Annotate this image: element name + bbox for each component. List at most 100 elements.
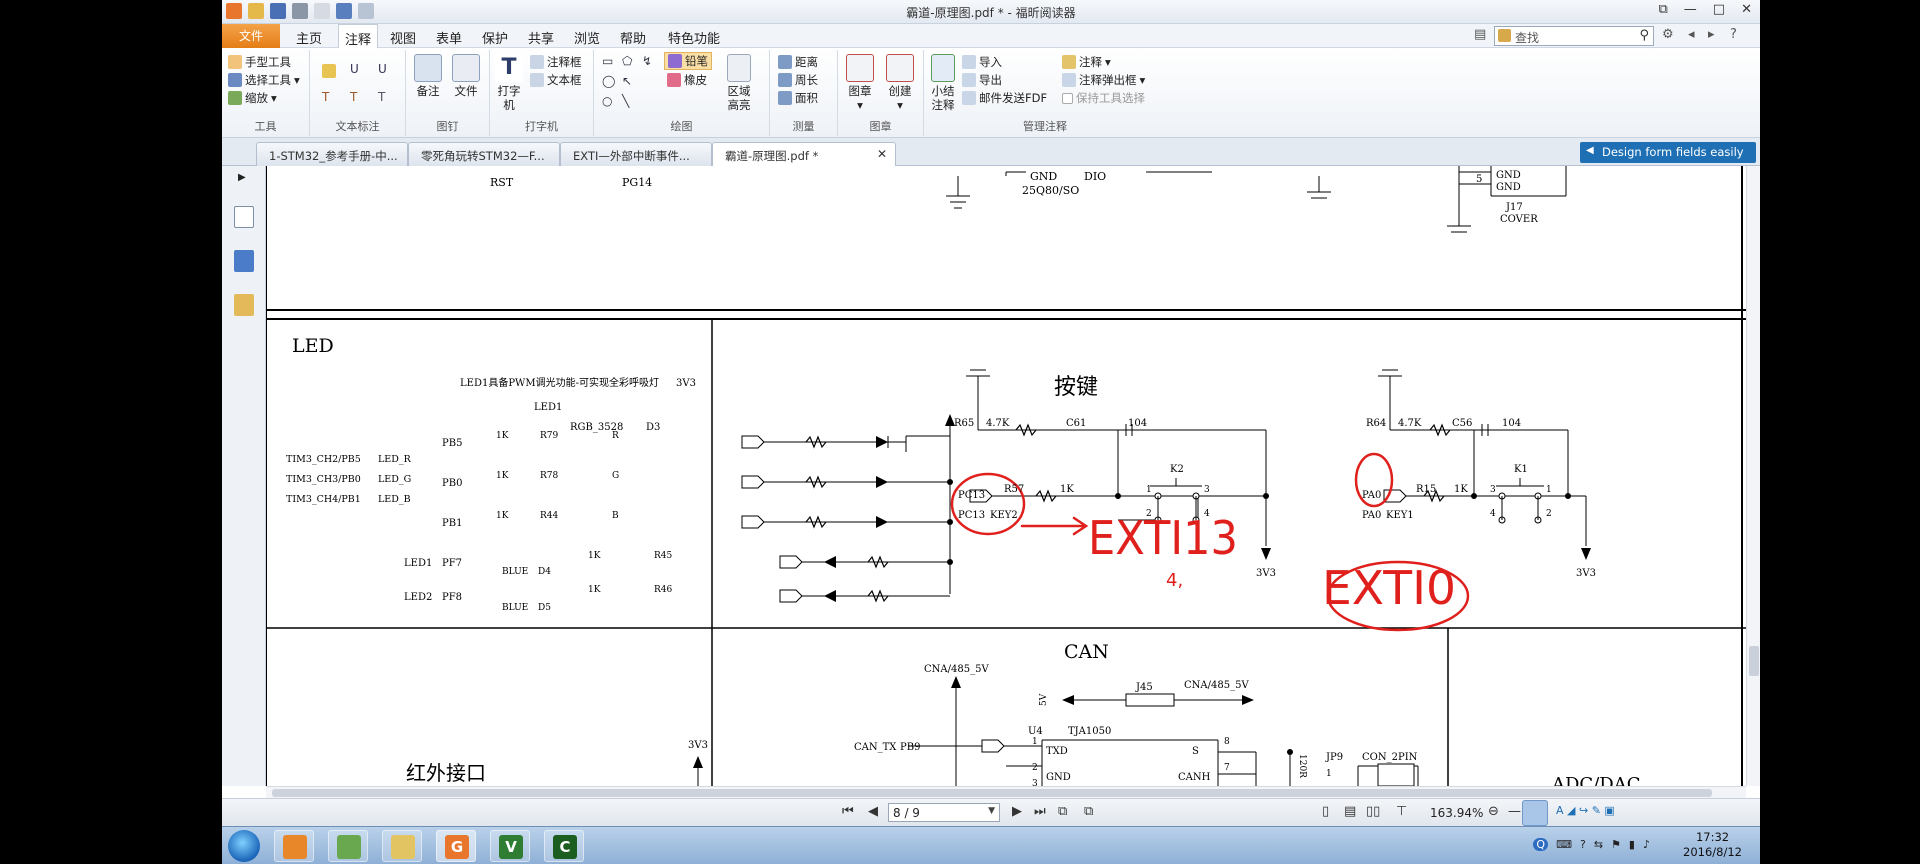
layers-panel-icon[interactable] — [234, 250, 254, 272]
vertical-scrollbar[interactable] — [1746, 166, 1760, 786]
search-icon[interactable]: ⚲ — [1639, 28, 1649, 43]
polygon-icon[interactable]: ⬠ — [622, 54, 632, 68]
tab-special[interactable]: 特色功能 — [668, 28, 720, 47]
language-icon[interactable]: ⇆ — [1594, 838, 1603, 851]
file-attach-button[interactable]: 文件 — [448, 54, 484, 98]
last-page-icon[interactable]: ⏭ — [1034, 804, 1046, 819]
doc-tab-stm32-manual[interactable]: 1-STM32_参考手册-中... — [256, 142, 408, 166]
cloud-icon[interactable]: ↯ — [642, 54, 652, 68]
prev-page-icon[interactable]: ◀ — [868, 804, 878, 819]
perimeter-button[interactable]: 周长 — [778, 72, 818, 88]
start-button-icon[interactable] — [228, 830, 260, 862]
restore-icon[interactable]: ⧉ — [1659, 2, 1668, 17]
tab-form[interactable]: 表单 — [436, 28, 462, 47]
comments-panel-icon[interactable] — [234, 294, 254, 316]
tab-protect[interactable]: 保护 — [482, 28, 508, 47]
textbox-button[interactable]: 文本框 — [530, 72, 582, 88]
keyboard-icon[interactable]: ⌨ — [1556, 838, 1572, 851]
doc-tab-stm32-book[interactable]: 零死角玩转STM32—F... — [408, 142, 560, 166]
insert-text-icon[interactable]: T — [378, 90, 385, 104]
highlight-icon[interactable] — [322, 64, 336, 78]
zoom-tool-button[interactable]: 缩放 ▾ — [228, 90, 277, 106]
forward-icon[interactable]: ▸ — [1708, 27, 1715, 42]
help-icon[interactable]: ? — [1730, 27, 1737, 42]
next-page-icon[interactable]: ▶ — [1012, 804, 1022, 819]
import-button[interactable]: 导入 — [962, 54, 1002, 70]
volume-icon[interactable]: ♪ — [1643, 838, 1650, 851]
eraser-button[interactable]: 橡皮 — [667, 72, 707, 88]
next-view-icon[interactable]: ⧉ — [1084, 804, 1093, 819]
zoom-level[interactable]: 163.94% — [1430, 806, 1483, 820]
arrow-icon[interactable]: ↖ — [622, 74, 632, 88]
vertical-scroll-thumb[interactable] — [1749, 646, 1759, 676]
tab-browse[interactable]: 浏览 — [574, 28, 600, 47]
avatar-icon[interactable] — [1522, 800, 1548, 826]
rectangle-icon[interactable]: ▭ — [602, 54, 613, 68]
tab-home[interactable]: 主页 — [296, 28, 322, 47]
close-icon[interactable]: ✕ — [1741, 2, 1752, 17]
line-icon[interactable]: ╲ — [622, 94, 629, 108]
text-tool-icon[interactable]: A ◢ ↪ ✎ ▣ — [1556, 804, 1615, 817]
email-fdf-button[interactable]: 邮件发送FDF — [962, 90, 1047, 106]
tab-view[interactable]: 视图 — [390, 28, 416, 47]
note-button[interactable]: 备注 — [410, 54, 446, 98]
stamp-button[interactable]: 图章 ▾ — [842, 54, 878, 112]
single-page-icon[interactable]: ▯ — [1322, 804, 1329, 819]
bookmark-search-icon[interactable]: ▤ — [1474, 27, 1486, 42]
network-icon[interactable]: ▮ — [1629, 838, 1635, 851]
pencil-button[interactable]: 铅笔 — [664, 52, 712, 70]
minimize-icon[interactable]: — — [1684, 2, 1697, 17]
flag-icon[interactable]: ⚑ — [1611, 838, 1621, 851]
input-method-icon[interactable]: Q — [1533, 838, 1549, 851]
typewriter-button[interactable]: T 打字机 — [494, 54, 524, 112]
taskbar-paint[interactable] — [328, 830, 368, 862]
page-number-input[interactable]: 8 / 9 ▼ — [888, 803, 1000, 822]
taskbar-keil[interactable]: V — [490, 830, 530, 862]
taskbar-explorer[interactable] — [382, 830, 422, 862]
expand-panel-icon[interactable]: ▶ — [238, 172, 246, 183]
chevron-down-icon[interactable]: ▼ — [988, 806, 995, 816]
oval-icon[interactable]: ○ — [602, 94, 612, 108]
document-viewport[interactable]: EXTI13 EXTI0 4, GND DIO 25Q80/SO RST PG1… — [266, 166, 1746, 786]
taskbar-clock[interactable]: 17:32 2016/8/12 — [1683, 830, 1742, 860]
horizontal-scrollbar[interactable] — [266, 786, 1746, 798]
help-tray-icon[interactable]: ? — [1580, 838, 1586, 851]
settings-icon[interactable]: ⚙ — [1662, 27, 1674, 42]
zoom-slider[interactable]: — — [1508, 804, 1521, 819]
tab-file[interactable]: 文件 — [222, 24, 280, 48]
cover-page-icon[interactable]: ⊤ — [1396, 804, 1407, 819]
previous-view-icon[interactable]: ⧉ — [1058, 804, 1067, 819]
doc-tab-exti[interactable]: EXTI—外部中断事件... — [560, 142, 712, 166]
callout-button[interactable]: 注释框 — [530, 54, 582, 70]
facing-page-icon[interactable]: ▯▯ — [1366, 804, 1380, 819]
strikeout-icon[interactable]: T — [322, 90, 329, 104]
pages-panel-icon[interactable] — [234, 206, 254, 228]
area-highlight-button[interactable]: 区域高亮 — [722, 54, 756, 112]
first-page-icon[interactable]: ⏮ — [842, 804, 854, 819]
maximize-icon[interactable]: □ — [1713, 2, 1725, 17]
tab-share[interactable]: 共享 — [528, 28, 554, 47]
keep-tool-checkbox[interactable]: 保持工具选择 — [1062, 90, 1145, 106]
close-tab-icon[interactable]: ✕ — [877, 147, 887, 161]
replace-text-icon[interactable]: T — [350, 90, 357, 104]
export-button[interactable]: 导出 — [962, 72, 1002, 88]
taskbar-firefox[interactable] — [274, 830, 314, 862]
search-input[interactable]: 查找 ⚲ — [1494, 26, 1654, 46]
zoom-out-icon[interactable]: ⊖ — [1488, 804, 1499, 819]
underline-icon[interactable]: U — [350, 62, 359, 76]
area-button[interactable]: 面积 — [778, 90, 818, 106]
ellipse-icon[interactable]: ◯ — [602, 74, 615, 88]
create-stamp-button[interactable]: 创建 ▾ — [882, 54, 918, 112]
distance-button[interactable]: 距离 — [778, 54, 818, 70]
continuous-page-icon[interactable]: ▤ — [1344, 804, 1356, 819]
annotations-dropdown[interactable]: 注释 ▾ — [1062, 54, 1111, 70]
tab-help[interactable]: 帮助 — [620, 28, 646, 47]
horizontal-scroll-thumb[interactable] — [272, 789, 1712, 797]
squiggly-icon[interactable]: U — [378, 62, 387, 76]
popup-note-dropdown[interactable]: 注释弹出框 ▾ — [1062, 72, 1145, 88]
doc-tab-schematic[interactable]: 霸道-原理图.pdf * ✕ — [712, 142, 896, 167]
select-tool-button[interactable]: 选择工具 ▾ — [228, 72, 300, 88]
hand-tool-button[interactable]: 手型工具 — [228, 54, 291, 70]
tab-comment[interactable]: 注释 — [338, 24, 379, 49]
summarize-comments-button[interactable]: 小结注释 — [928, 54, 958, 112]
